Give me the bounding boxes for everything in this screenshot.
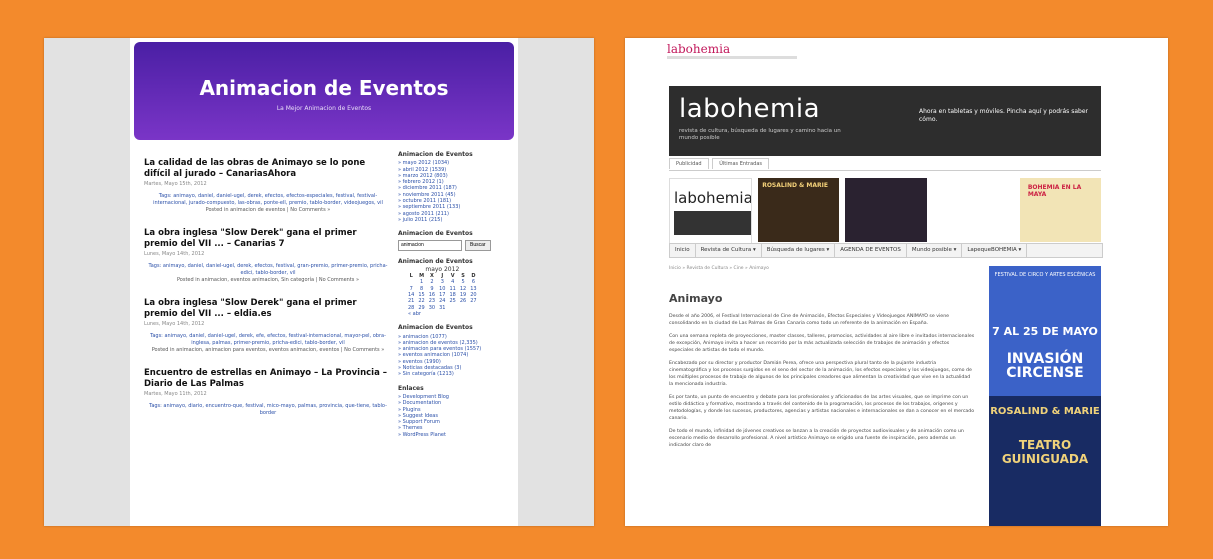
- categories-widget: Animacion de Eventos » animacion (1077) …: [398, 324, 514, 377]
- tab-publicidad[interactable]: Publicidad: [669, 158, 709, 169]
- site-logo[interactable]: labohemia: [667, 42, 730, 56]
- post-tags-links[interactable]: Tags: animayo, daniel, daniel-ugel, dere…: [153, 193, 383, 206]
- article-title: Animayo: [669, 292, 723, 305]
- post-tags: Tags: animayo, daniel, daniel-ugel, dere…: [144, 193, 392, 207]
- post-list: La calidad de las obras de Animayo se lo…: [144, 158, 392, 431]
- breadcrumb[interactable]: Inicio » Revista de Cultura » Cine » Ani…: [669, 266, 769, 271]
- blog-title[interactable]: Animacion de Eventos: [134, 76, 514, 100]
- thumbnail[interactable]: BOHEMIA EN LA MAYA: [1019, 178, 1102, 242]
- archive-widget: Animacion de Eventos » mayo 2012 (1034) …: [398, 151, 514, 223]
- thumbnail[interactable]: [845, 178, 927, 242]
- main-nav: Inicio Revista de Cultura ▾ Búsqueda de …: [669, 243, 1103, 258]
- post: La calidad de las obras de Animayo se lo…: [144, 158, 392, 214]
- thumbnail[interactable]: [932, 178, 1014, 242]
- article-paragraph: Es por tanto, un punto de encuentro y de…: [669, 395, 975, 421]
- nav-item-busqueda[interactable]: Búsqueda de lugares ▾: [762, 244, 836, 257]
- post: Encuentro de estrellas en Animayo – La P…: [144, 368, 392, 417]
- post-meta[interactable]: Posted in animacion de eventos | No Comm…: [144, 207, 392, 214]
- post: La obra inglesa "Slow Derek" gana el pri…: [144, 228, 392, 284]
- category-link[interactable]: » Sin categoría (1213): [398, 371, 514, 377]
- calendar-widget: Animacion de Eventos mayo 2012 L M X J V…: [398, 257, 514, 318]
- widget-title: Animacion de Eventos: [398, 324, 473, 332]
- featured-thumbnails: labohemia ROSALIND & MARIE BOHEMIA EN LA…: [669, 178, 1102, 244]
- widget-title: Enlaces: [398, 384, 424, 392]
- ad-dates: 7 AL 25 DE MAYO: [992, 325, 1098, 338]
- sidebar-ad[interactable]: FESTIVAL DE CIRCO Y ARTES ESCÉNICAS 7 AL…: [989, 266, 1101, 526]
- post-date: Lunes, Mayo 14th, 2012: [144, 321, 205, 327]
- blog-sidebar: Animacion de Eventos » mayo 2012 (1034) …: [398, 151, 514, 446]
- tab-ultimas-entradas[interactable]: Últimas Entradas: [712, 158, 769, 169]
- calendar-prev-link[interactable]: « abr: [408, 311, 514, 317]
- search-input[interactable]: [398, 239, 462, 251]
- thumbnail-label: BOHEMIA EN LA MAYA: [1027, 184, 1082, 198]
- labohemia-screenshot: labohemia labohemia revista de cultura, …: [625, 38, 1168, 526]
- banner-promo: Ahora en tabletas y móviles. Pincha aquí…: [919, 108, 1088, 123]
- nav-item-lapeque[interactable]: LapequeBOHEMIA ▾: [962, 244, 1028, 257]
- article-paragraph: Encabezado por su director y productor D…: [669, 361, 972, 387]
- post-meta[interactable]: Posted in animacion, eventos animacion, …: [144, 277, 392, 284]
- thumbnail-label: ROSALIND & MARIE: [762, 182, 828, 189]
- post-tags: Tags: animayo, daniel, daniel-ugel, dere…: [144, 333, 392, 347]
- nav-item-inicio[interactable]: Inicio: [670, 244, 696, 257]
- nav-item-agenda[interactable]: AGENDA DE EVENTOS: [835, 244, 907, 257]
- logo-underline: [667, 56, 797, 59]
- post-tags-links[interactable]: Tags: animayo, daniel, daniel-ugel, dere…: [150, 333, 386, 346]
- ad-festival-label: FESTIVAL DE CIRCO Y ARTES ESCÉNICAS: [994, 272, 1096, 278]
- search-button[interactable]: Buscar: [465, 239, 491, 251]
- search-widget: Animacion de Eventos Buscar: [398, 230, 514, 251]
- widget-title: Animacion de Eventos: [398, 230, 473, 238]
- header-banner[interactable]: labohemia revista de cultura, búsqueda d…: [669, 86, 1101, 156]
- post-tags: Tags: animayo, diario, encuentro-que, fe…: [144, 403, 392, 417]
- featured-tabs: Publicidad Últimas Entradas: [669, 158, 1101, 171]
- post-tags-links[interactable]: Tags: animayo, daniel, daniel-ugel, dere…: [149, 263, 388, 276]
- thumbnail[interactable]: labohemia: [669, 178, 753, 244]
- article-paragraph: De todo el mundo, infinidad de jóvenes c…: [669, 429, 964, 448]
- thumbnail-label: labohemia: [674, 189, 753, 207]
- banner-tagline: revista de cultura, búsqueda de lugares …: [679, 128, 841, 141]
- post-title[interactable]: La obra inglesa "Slow Derek" gana el pri…: [144, 298, 392, 320]
- post-title[interactable]: Encuentro de estrellas en Animayo – La P…: [144, 368, 392, 390]
- animacion-de-eventos-screenshot: Animacion de Eventos La Mejor Animacion …: [44, 38, 594, 526]
- blog-subtitle: La Mejor Animacion de Eventos: [276, 105, 372, 112]
- calendar: mayo 2012 L M X J V S D 1 2 3 4 5 6 7 8 …: [406, 266, 479, 311]
- ad-headline: INVASIÓN CIRCENSE: [1006, 351, 1084, 381]
- blog-header: Animacion de Eventos La Mejor Animacion …: [134, 42, 514, 140]
- ad-venue: TEATRO GUINIGUADA: [1001, 438, 1089, 466]
- post-date: Lunes, Mayo 14th, 2012: [144, 251, 205, 257]
- links-widget: Enlaces » Development Blog » Documentati…: [398, 384, 514, 438]
- post-tags: Tags: animayo, daniel, daniel-ugel, dere…: [144, 263, 392, 277]
- widget-title: Animacion de Eventos: [398, 257, 473, 265]
- post-tags-links[interactable]: Tags: animayo, diario, encuentro-que, fe…: [149, 403, 387, 416]
- search-form: Buscar: [398, 239, 514, 251]
- banner-logo: labohemia: [679, 94, 821, 124]
- article: Animayo Desde el año 2006, el Festival I…: [669, 288, 975, 455]
- post-title[interactable]: La obra inglesa "Slow Derek" gana el pri…: [144, 228, 392, 250]
- nav-item-mundo[interactable]: Mundo posible ▾: [907, 244, 963, 257]
- archive-link[interactable]: » julio 2011 (215): [398, 217, 514, 223]
- post-date: Martes, Mayo 15th, 2012: [144, 181, 207, 187]
- blog-page: Animacion de Eventos La Mejor Animacion …: [130, 38, 518, 526]
- article-paragraph: Con una semana repleta de proyecciones, …: [669, 334, 975, 353]
- thumbnail[interactable]: ROSALIND & MARIE: [758, 178, 840, 242]
- post-title[interactable]: La calidad de las obras de Animayo se lo…: [144, 158, 392, 180]
- article-paragraph: Desde el año 2006, el Festival Internaci…: [669, 314, 950, 326]
- post-date: Martes, Mayo 11th, 2012: [144, 391, 207, 397]
- nav-item-revista[interactable]: Revista de Cultura ▾: [696, 244, 762, 257]
- post: La obra inglesa "Slow Derek" gana el pri…: [144, 298, 392, 354]
- widget-title: Animacion de Eventos: [398, 151, 473, 158]
- ad-show-name: ROSALIND & MARIE: [990, 406, 1100, 417]
- post-meta[interactable]: Posted in animacion, animacion para even…: [144, 347, 392, 354]
- blogroll-link[interactable]: » WordPress Planet: [398, 432, 514, 438]
- thumbnail-bar: [674, 211, 752, 235]
